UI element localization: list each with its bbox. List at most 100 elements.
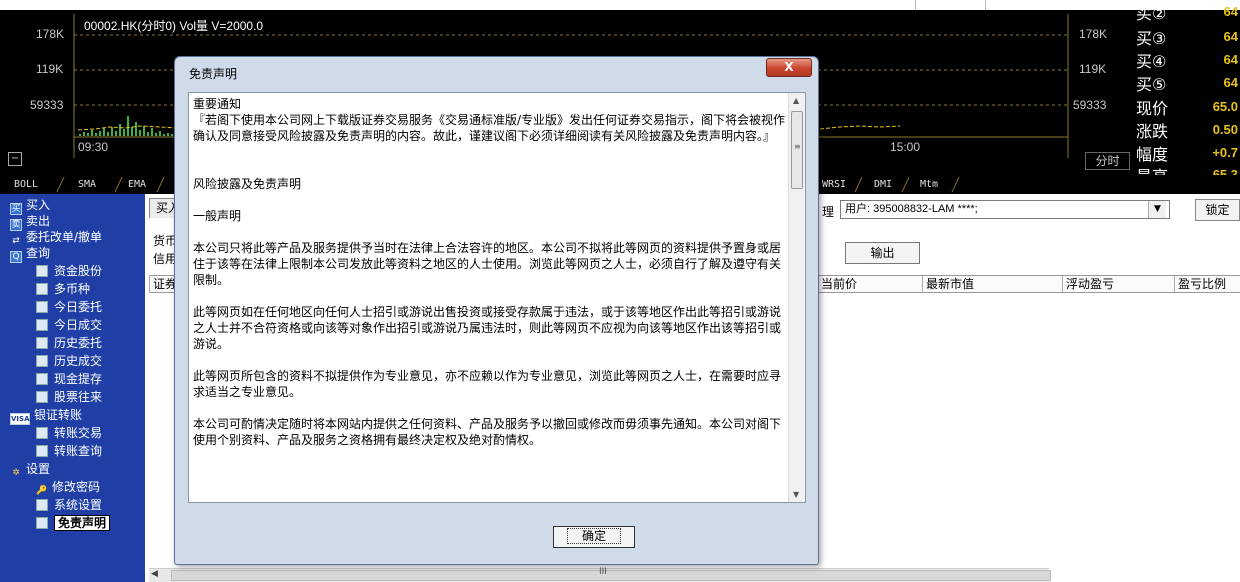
- chevron-down-icon[interactable]: ▼: [1148, 201, 1166, 218]
- risk-heading: 风险披露及免责声明: [193, 177, 302, 191]
- sidebar-item-label: 转账查询: [54, 444, 103, 458]
- scroll-down-icon[interactable]: ▼: [793, 490, 799, 499]
- quote-value: 64: [1223, 75, 1238, 90]
- sidebar-item-label: 股票往来: [54, 390, 103, 404]
- sidebar-item-bank-transfer[interactable]: VISA 银证转账: [10, 407, 82, 425]
- quote-value: 64: [1223, 29, 1238, 44]
- sidebar-item-label: 资金股份: [54, 264, 103, 278]
- time-label-open: 09:30: [78, 140, 109, 154]
- tab-separator: [951, 177, 960, 192]
- sidebar-item-label: 修改密码: [52, 480, 101, 494]
- sidebar-item-label: 今日委托: [54, 300, 103, 314]
- ok-button-label: 确定: [566, 528, 621, 544]
- quote-label: 买③: [1136, 29, 1167, 48]
- sidebar-item-settings[interactable]: ✲ 设置: [10, 461, 50, 478]
- chart-title: 00002.HK(分时0) Vol量 V=2000.0: [84, 19, 264, 33]
- column-header-pl-ratio[interactable]: 盈亏比例: [1174, 276, 1240, 292]
- tab-separator: [854, 177, 863, 192]
- tab-indicator-ema[interactable]: EMA: [128, 175, 146, 194]
- sidebar-item-history-orders[interactable]: 历史委托: [36, 335, 102, 351]
- sidebar-item-system-settings[interactable]: 系统设置: [36, 497, 102, 513]
- doc-icon: [36, 265, 48, 277]
- sidebar-item-query[interactable]: Q 查询: [10, 245, 50, 263]
- disclaimer-paragraph: 此等网页如在任何地区向任何人士招引或游说出售投资或接受存款属于违法，或于该等地区…: [193, 305, 782, 351]
- ok-button[interactable]: 确定: [553, 526, 635, 548]
- period-button[interactable]: 分时: [1085, 152, 1130, 170]
- column-header-market-value[interactable]: 最新市值: [922, 276, 1062, 292]
- sidebar-item-transfer-trade[interactable]: 转账交易: [36, 425, 102, 441]
- sidebar-item-sell[interactable]: 卖卖出: [10, 213, 51, 231]
- sidebar-item-today-trades[interactable]: 今日成交: [36, 317, 102, 333]
- doc-icon: [36, 373, 48, 385]
- sidebar-item-label: 转账交易: [54, 426, 103, 440]
- time-label-close: 15:00: [890, 140, 921, 154]
- scrollbar-thumb[interactable]: ≡: [791, 111, 803, 189]
- vertical-scrollbar[interactable]: ▲ ≡ ▼: [788, 93, 805, 502]
- column-header-floating-pl[interactable]: 浮动盈亏: [1062, 276, 1174, 292]
- sidebar-item-label: 委托改单/撤单: [26, 230, 103, 244]
- user-account-select[interactable]: 用户: 395008832-LAM ****;: [840, 200, 1170, 219]
- quote-label: 买④: [1136, 52, 1167, 71]
- doc-icon: [36, 337, 48, 349]
- tab-indicator-dmi[interactable]: DMI: [874, 175, 892, 194]
- disclaimer-dialog: 免责声明 X 重要通知 『若阁下使用本公司网上下载版证券交易服务《交易通标准版/…: [174, 56, 819, 565]
- y-axis-label-left: 59333: [30, 98, 64, 112]
- sidebar-item-funds-shares[interactable]: 资金股份: [36, 263, 102, 279]
- lock-button[interactable]: 锁定: [1195, 199, 1240, 221]
- sidebar-item-disclaimer[interactable]: 免责声明: [36, 515, 111, 531]
- sidebar-item-label: 现金提存: [54, 372, 103, 386]
- visa-icon: VISA: [10, 413, 30, 425]
- sidebar-item-multi-currency[interactable]: 多币种: [36, 281, 90, 297]
- sidebar-item-buy[interactable]: 买买入: [10, 197, 50, 215]
- scroll-up-icon[interactable]: ▲: [793, 96, 799, 105]
- disclaimer-text-area[interactable]: 重要通知 『若阁下使用本公司网上下载版证券交易服务《交易通标准版/专业版》发出任…: [188, 92, 806, 503]
- column-header-current-price[interactable]: 当前价: [817, 276, 922, 292]
- quote-value: 64: [1223, 52, 1238, 67]
- doc-icon: [36, 355, 48, 367]
- notice-heading: 重要通知: [193, 97, 242, 111]
- disclaimer-paragraph: 本公司可酌情决定随时将本网站内提供之任何资料、产品及服务予以撤回或修改而毋须事先…: [193, 417, 782, 447]
- price-line: [819, 125, 901, 130]
- y-axis-label-left: 119K: [36, 62, 64, 76]
- horizontal-scrollbar[interactable]: ◀ III: [149, 567, 1051, 582]
- tab-indicator-mtm[interactable]: Mtm: [920, 175, 938, 194]
- sidebar-item-stock-movement[interactable]: 股票往来: [36, 389, 102, 405]
- sidebar-item-label: 系统设置: [54, 498, 103, 512]
- collapse-icon[interactable]: −: [8, 152, 22, 166]
- scroll-grip-icon: ≡: [794, 142, 801, 151]
- doc-icon: [36, 319, 48, 331]
- quote-label: 现价: [1136, 99, 1169, 118]
- quote-value: 64: [1223, 4, 1238, 19]
- sidebar-item-history-trades[interactable]: 历史成交: [36, 353, 102, 369]
- tab-indicator-wrsi[interactable]: WRSI: [822, 175, 846, 194]
- quote-value: 65.0: [1212, 99, 1238, 114]
- disclaimer-paragraph: 此等网页所包含的资料不拟提供作为专业意见，亦不应赖以作为专业意见，浏览此等网页之…: [193, 369, 782, 399]
- tab-separator: [156, 177, 165, 192]
- tab-indicator-boll[interactable]: BOLL: [14, 175, 38, 194]
- sidebar-item-label: 卖出: [26, 214, 51, 228]
- quote-label: 买⑤: [1136, 75, 1167, 94]
- tab-separator: [114, 177, 123, 192]
- sidebar-item-change-password[interactable]: 🔑 修改密码: [36, 479, 101, 496]
- quote-value: +0.7: [1212, 145, 1238, 160]
- sidebar-item-cash-deposit[interactable]: 现金提存: [36, 371, 102, 387]
- close-icon[interactable]: X: [766, 58, 812, 77]
- export-button[interactable]: 输出: [845, 242, 920, 264]
- sidebar-item-modify-cancel[interactable]: ⇄ 委托改单/撤单: [10, 229, 103, 246]
- tab-indicator-sma[interactable]: SMA: [78, 175, 96, 194]
- doc-icon: [36, 391, 48, 403]
- doc-icon: [36, 445, 48, 457]
- scroll-left-icon[interactable]: ◀: [151, 569, 158, 579]
- notice-paragraph: 『若阁下使用本公司网上下载版证券交易服务《交易通标准版/专业版》发出任何证券交易…: [193, 113, 786, 143]
- doc-icon: [36, 517, 48, 529]
- sidebar-item-transfer-query[interactable]: 转账查询: [36, 443, 102, 459]
- tab-separator: [56, 177, 65, 192]
- scrollbar-thumb[interactable]: [171, 570, 1051, 581]
- sidebar-item-today-orders[interactable]: 今日委托: [36, 299, 102, 315]
